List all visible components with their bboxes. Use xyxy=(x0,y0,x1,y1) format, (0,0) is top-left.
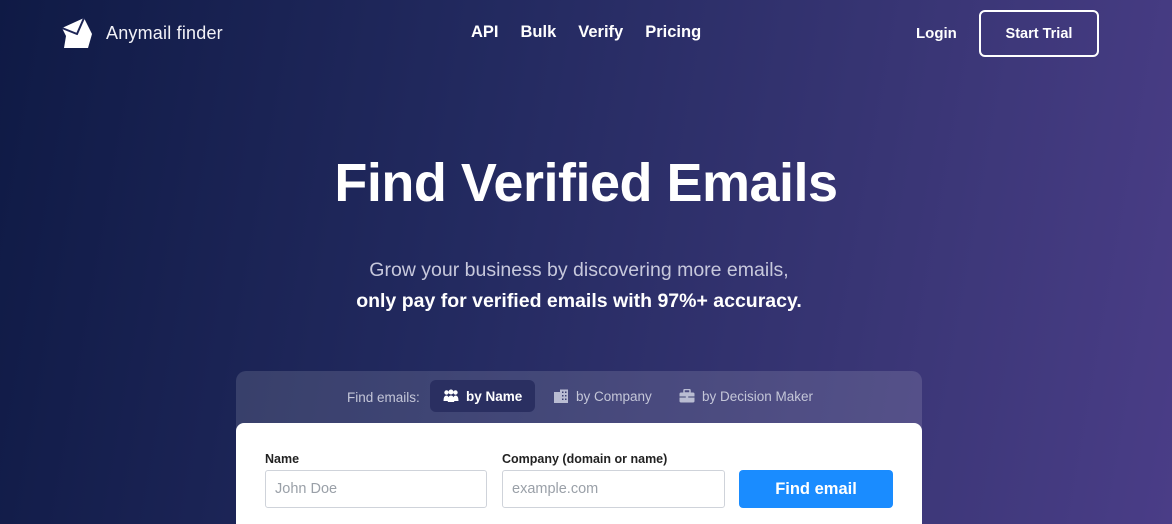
login-link[interactable]: Login xyxy=(916,25,957,42)
search-mode-tabs: Find emails: by Name by Company by Decis… xyxy=(236,371,922,431)
company-input[interactable] xyxy=(502,470,725,508)
find-email-button[interactable]: Find email xyxy=(739,470,893,508)
envelope-icon xyxy=(61,17,92,48)
search-form: Name Company (domain or name) Find email xyxy=(236,423,922,524)
main-nav: API Bulk Verify Pricing xyxy=(471,23,701,42)
company-label: Company (domain or name) xyxy=(502,452,668,466)
tab-label: by Decision Maker xyxy=(702,388,814,404)
hero-title: Find Verified Emails xyxy=(334,153,838,213)
tab-label: by Company xyxy=(576,388,652,404)
nav-verify[interactable]: Verify xyxy=(578,23,623,42)
tabs-label: Find emails: xyxy=(347,390,420,405)
briefcase-icon xyxy=(679,389,695,403)
hero-subtitle-emphasis: only pay for verified emails with 97%+ a… xyxy=(356,290,802,312)
building-icon xyxy=(554,389,568,403)
nav-api[interactable]: API xyxy=(471,23,499,42)
site-header: Anymail finder API Bulk Verify Pricing L… xyxy=(0,0,1172,66)
tab-by-company[interactable]: by Company xyxy=(540,380,665,412)
name-input[interactable] xyxy=(265,470,487,508)
nav-pricing[interactable]: Pricing xyxy=(645,23,701,42)
tab-by-name[interactable]: by Name xyxy=(430,380,536,412)
nav-bulk[interactable]: Bulk xyxy=(521,23,557,42)
name-label: Name xyxy=(265,452,300,466)
brand-logo[interactable]: Anymail finder xyxy=(60,16,223,50)
tab-label: by Name xyxy=(466,388,523,404)
tab-by-decision-maker[interactable]: by Decision Maker xyxy=(666,380,826,412)
people-icon xyxy=(443,389,459,402)
brand-name: Anymail finder xyxy=(106,22,223,43)
hero-subtitle: Grow your business by discovering more e… xyxy=(369,259,789,281)
start-trial-button[interactable]: Start Trial xyxy=(979,10,1099,57)
